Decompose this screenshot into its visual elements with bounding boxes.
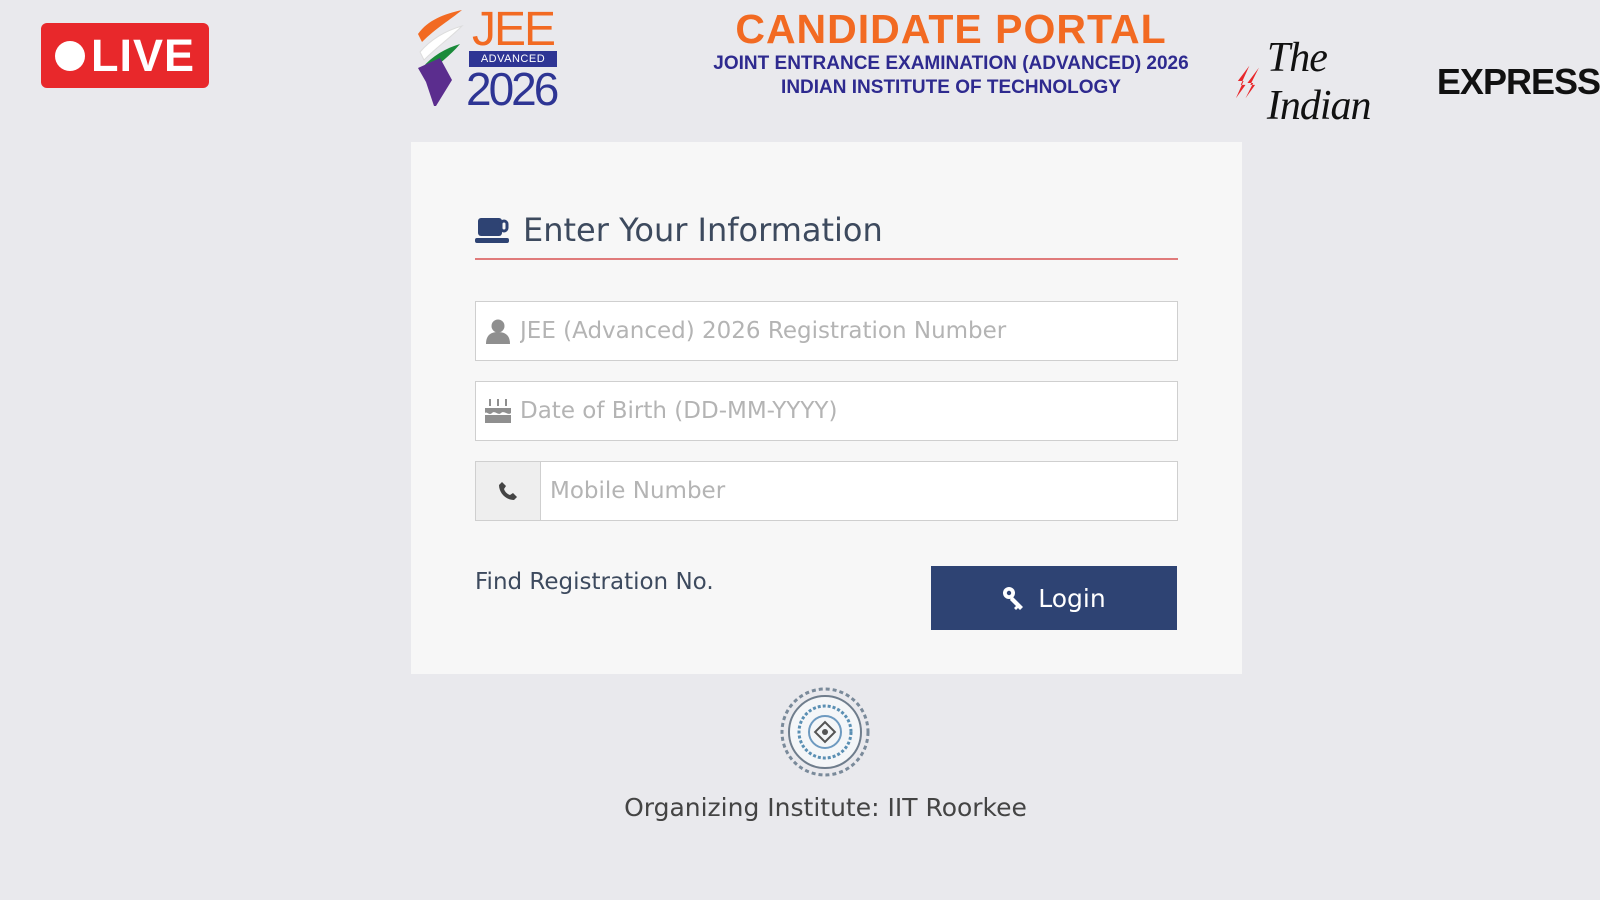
organizing-institute-text: Organizing Institute: IIT Roorkee	[624, 793, 1027, 822]
dob-input[interactable]	[520, 382, 1177, 440]
login-button-label: Login	[1038, 583, 1106, 613]
login-button[interactable]: Login	[931, 566, 1177, 630]
coffee-cup-icon	[475, 218, 509, 243]
indian-express-logo: The Indian EXPRESS	[1234, 34, 1600, 130]
registration-input[interactable]	[520, 302, 1177, 360]
express-mark-icon	[1235, 65, 1259, 99]
card-heading: Enter Your Information	[475, 202, 1178, 260]
mobile-field	[475, 461, 1178, 521]
logo-jee-text: JEE	[472, 3, 556, 56]
key-icon	[1003, 587, 1024, 610]
portal-header: CANDIDATE PORTAL JOINT ENTRANCE EXAMINAT…	[686, 6, 1216, 100]
portal-subtitle-exam: JOINT ENTRANCE EXAMINATION (ADVANCED) 20…	[713, 53, 1189, 74]
card-heading-label: Enter Your Information	[523, 211, 883, 249]
jee-advanced-logo: JEE ADVANCED 2026	[414, 3, 564, 115]
cake-icon	[476, 398, 520, 424]
publisher-bold-text: EXPRESS	[1436, 61, 1600, 102]
find-registration-link[interactable]: Find Registration No.	[475, 569, 714, 595]
portal-subtitle-institute: INDIAN INSTITUTE OF TECHNOLOGY	[781, 77, 1121, 98]
login-card: Enter Your Information JEE (Advanced) 20…	[411, 142, 1242, 674]
publisher-script-text: The Indian	[1266, 35, 1372, 129]
live-dot-icon	[54, 40, 85, 71]
registration-field	[475, 301, 1178, 361]
flag-nib-icon	[418, 10, 464, 106]
portal-title: CANDIDATE PORTAL	[735, 6, 1167, 52]
live-badge: LIVE	[41, 23, 209, 88]
seal-icon	[780, 687, 870, 777]
dob-field	[475, 381, 1178, 441]
live-label: LIVE	[90, 29, 196, 81]
logo-year-text: 2026	[466, 63, 559, 115]
mobile-input[interactable]	[541, 462, 1177, 520]
phone-icon	[476, 462, 541, 520]
user-icon	[476, 318, 520, 344]
